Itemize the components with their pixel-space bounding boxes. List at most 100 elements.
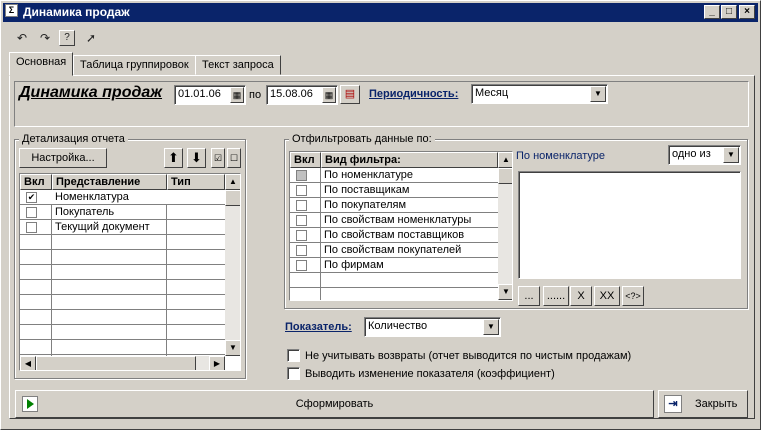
detail-row[interactable]: Покупатель [20,205,225,220]
filter-row-checkbox[interactable] [296,200,307,211]
scroll-down-icon[interactable]: ▼ [498,284,512,300]
detail-row-label: Покупатель [55,206,115,218]
filter-row-checkbox[interactable] [296,185,307,196]
filter-row[interactable]: По поставщикам [290,183,498,198]
calendar-from-icon[interactable]: ▦ [230,87,244,103]
scroll-thumb[interactable] [225,190,240,206]
maximize-button[interactable]: □ [721,5,737,19]
detail-row-label: Текущий документ [55,221,150,233]
indicator-select[interactable]: Количество [364,317,501,337]
window-icon[interactable]: Σ [5,4,18,17]
detail-col-enabled[interactable]: Вкл [20,174,52,190]
scroll-down-icon[interactable]: ▼ [225,340,240,356]
tab-main[interactable]: Основная [9,52,74,76]
move-up-icon[interactable]: ⬆ [164,148,183,168]
filter-row[interactable]: По покупателям [290,198,498,213]
indicator-dropdown-icon[interactable]: ▼ [483,319,499,335]
scroll-left-icon[interactable]: ◀ [20,356,36,370]
detail-col-presentation[interactable]: Представление [52,174,167,190]
filter-value-list[interactable] [518,171,741,279]
date-to-value: 15.08.06 [270,88,313,100]
redo-icon[interactable]: ↷ [36,29,54,47]
condition-value: одно из [672,148,711,160]
minimize-button[interactable]: _ [704,5,720,19]
filter-row-checkbox[interactable] [296,230,307,241]
detail-row[interactable]: ✔ Номенклатура [20,190,225,205]
exclude-returns-label: Не учитывать возвраты (отчет выводится п… [305,350,632,362]
filter-row-checkbox[interactable] [296,215,307,226]
pointer-help-icon[interactable]: ➚ [82,29,100,47]
move-down-icon[interactable]: ⬇ [187,148,206,168]
close-window-button[interactable]: × [739,5,755,19]
scroll-right-icon[interactable]: ▶ [209,356,225,370]
detail-table: Вкл Представление Тип ✔ Номенклатура Пок… [19,173,241,371]
exit-door-icon: ⇥ [664,395,682,413]
filter-row-label: По свойствам покупателей [324,244,462,256]
filter-vscrollbar[interactable]: ▲ ▼ [498,152,512,300]
window-title: Динамика продаж [23,5,130,19]
filter-col-kind[interactable]: Вид фильтра: [321,152,498,168]
scroll-thumb[interactable] [498,168,512,184]
null-value-button[interactable]: <?> [622,286,644,306]
filter-rows: По номенклатуре По поставщикам По покупа… [290,168,498,300]
indicator-label[interactable]: Показатель: [285,321,352,333]
show-change-label: Выводить изменение показателя (коэффицие… [305,368,555,380]
detail-row[interactable]: Текущий документ [20,220,225,235]
detail-row-checkbox[interactable] [26,222,37,233]
filter-row[interactable]: По свойствам номенклатуры [290,213,498,228]
run-report-label: Сформировать [295,398,374,410]
scroll-up-icon[interactable]: ▲ [225,174,240,190]
filter-row-label: По фирмам [324,259,384,271]
detail-row-label: Номенклатура [55,191,129,203]
filter-row[interactable]: По фирмам [290,258,498,273]
filter-row[interactable]: По номенклатуре [290,168,498,183]
tab-query-text[interactable]: Текст запроса [195,55,281,75]
check-all-icon[interactable]: ☑ [211,148,225,168]
between-label: по [249,89,262,101]
filter-row-label: По покупателям [324,199,407,211]
filter-row[interactable]: По свойствам поставщиков [290,228,498,243]
uncheck-all-icon[interactable]: ☐ [227,148,241,168]
run-report-button[interactable]: Сформировать [15,390,654,418]
clear-value-button[interactable]: X [570,286,592,306]
calendar-to-icon[interactable]: ▦ [322,87,336,103]
filter-row-checkbox[interactable] [296,170,307,181]
detail-col-type[interactable]: Тип [167,174,225,190]
detail-rows: ✔ Номенклатура Покупатель Текущий докуме… [20,190,225,356]
exclude-returns-checkbox[interactable] [287,349,300,362]
scroll-up-icon[interactable]: ▲ [498,152,512,168]
show-change-checkbox[interactable] [287,367,300,380]
report-window: Динамика продаж Σ _ □ × ↶ ↷ ? ➚ Основная… [0,0,761,430]
filter-row-label: По свойствам поставщиков [324,229,465,241]
filter-row-checkbox[interactable] [296,245,307,256]
indicator-value: Количество [368,320,428,332]
detail-vscrollbar[interactable]: ▲ ▼ [225,174,240,356]
settings-button[interactable]: Настройка... [19,148,107,168]
filter-row-label: По свойствам номенклатуры [324,214,472,226]
select-list-button[interactable]: ...... [543,286,569,306]
condition-dropdown-icon[interactable]: ▼ [723,147,739,163]
detail-row-checkbox[interactable]: ✔ [26,192,37,203]
hscroll-thumb[interactable] [36,356,196,370]
periodicity-select[interactable]: Месяц [471,84,608,104]
undo-icon[interactable]: ↶ [13,29,31,47]
periodicity-dropdown-icon[interactable]: ▼ [590,86,606,102]
select-value-button[interactable]: ... [518,286,540,306]
detail-group-title: Детализация отчета [19,133,128,145]
clear-all-button[interactable]: XX [594,286,620,306]
periodicity-label[interactable]: Периодичность: [369,88,458,100]
filter-row-checkbox[interactable] [296,260,307,271]
detail-row-checkbox[interactable] [26,207,37,218]
close-button[interactable]: ⇥ Закрыть [658,390,748,418]
date-from-value: 01.01.06 [178,88,221,100]
filter-row-label: По поставщикам [324,184,410,196]
filter-row[interactable]: По свойствам покупателей [290,243,498,258]
filter-table: Вкл Вид фильтра: По номенклатуре По пост… [289,151,513,301]
title-bar[interactable]: Динамика продаж [3,3,758,22]
period-select-icon[interactable]: ▤ [340,85,360,104]
tab-grouping-table[interactable]: Таблица группировок [73,55,196,75]
filter-col-enabled[interactable]: Вкл [290,152,321,168]
close-label: Закрыть [695,398,738,410]
detail-hscrollbar[interactable]: ◀ ▶ [20,356,225,370]
help-icon[interactable]: ? [59,30,75,46]
